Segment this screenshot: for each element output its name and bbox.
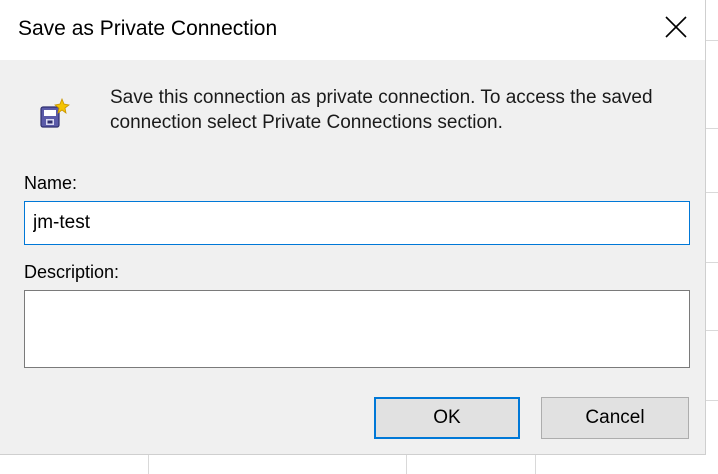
- description-label: Description:: [24, 262, 120, 282]
- connection-star-icon: [38, 97, 70, 130]
- grid-line: [706, 400, 718, 401]
- description-input[interactable]: [24, 290, 690, 368]
- ok-button[interactable]: OK: [374, 397, 520, 439]
- save-private-connection-dialog: Save as Private Connection Save this con…: [0, 0, 706, 455]
- info-message: Save this connection as private connecti…: [110, 87, 653, 133]
- grid-line: [148, 455, 149, 474]
- grid-line: [706, 262, 718, 263]
- grid-line: [406, 455, 407, 474]
- name-input[interactable]: [24, 201, 690, 245]
- grid-line: [706, 128, 718, 129]
- dialog-title: Save as Private Connection: [18, 17, 278, 40]
- grid-line: [706, 192, 718, 193]
- name-label: Name:: [24, 173, 78, 193]
- grid-line: [706, 40, 718, 41]
- cancel-button[interactable]: Cancel: [541, 397, 689, 439]
- dialog-title-bar[interactable]: Save as Private Connection: [0, 0, 705, 60]
- close-button[interactable]: [647, 0, 705, 58]
- grid-line: [535, 455, 536, 474]
- close-icon: [665, 16, 687, 38]
- grid-line: [706, 330, 718, 331]
